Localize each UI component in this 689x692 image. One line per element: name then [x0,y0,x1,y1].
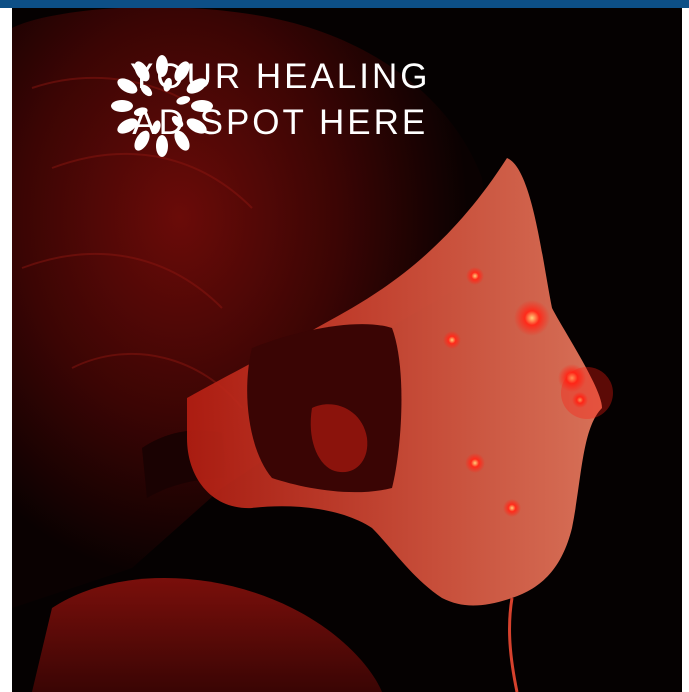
leaf-burst-logo-icon [111,55,213,157]
brand-lockup: YOUR HEALING AD SPOT HERE [110,54,431,157]
ad-banner[interactable]: YOUR HEALING AD SPOT HERE [12,8,682,692]
top-accent-bar [0,0,689,8]
